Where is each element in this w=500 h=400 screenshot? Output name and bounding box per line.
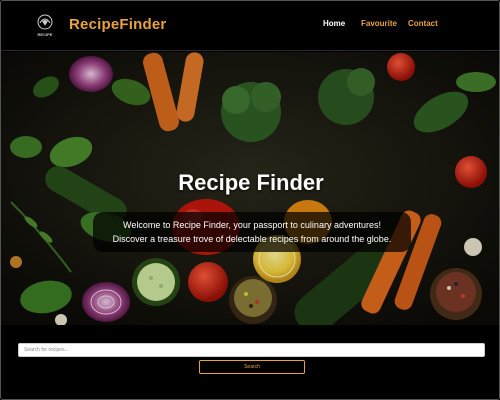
search-button[interactable]: Search	[199, 360, 305, 374]
brand-title[interactable]: RecipeFinder	[69, 16, 166, 33]
hero-title: Recipe Finder	[178, 170, 324, 195]
nav-favourite-link[interactable]: Favourite	[361, 19, 397, 28]
nav-contact-link[interactable]: Contact	[408, 19, 438, 28]
logo-text: RECIPE	[38, 32, 53, 37]
hero-banner: Recipe Finder Welcome to Recipe Finder, …	[1, 52, 499, 325]
nav-home-link[interactable]: Home	[323, 19, 345, 28]
hero-subtitle-line-2: Discover a treasure trove of delectable …	[112, 234, 392, 244]
recipe-logo-icon[interactable]: RECIPE	[31, 11, 59, 39]
search-input[interactable]	[18, 343, 485, 357]
search-section: Search	[1, 325, 499, 399]
navbar: RECIPE RecipeFinder Home Favourite Conta…	[1, 1, 499, 51]
hero-subtitle-box: Welcome to Recipe Finder, your passport …	[93, 212, 411, 252]
hero-subtitle-line-1: Welcome to Recipe Finder, your passport …	[123, 220, 381, 230]
app-window: RECIPE RecipeFinder Home Favourite Conta…	[0, 0, 500, 400]
